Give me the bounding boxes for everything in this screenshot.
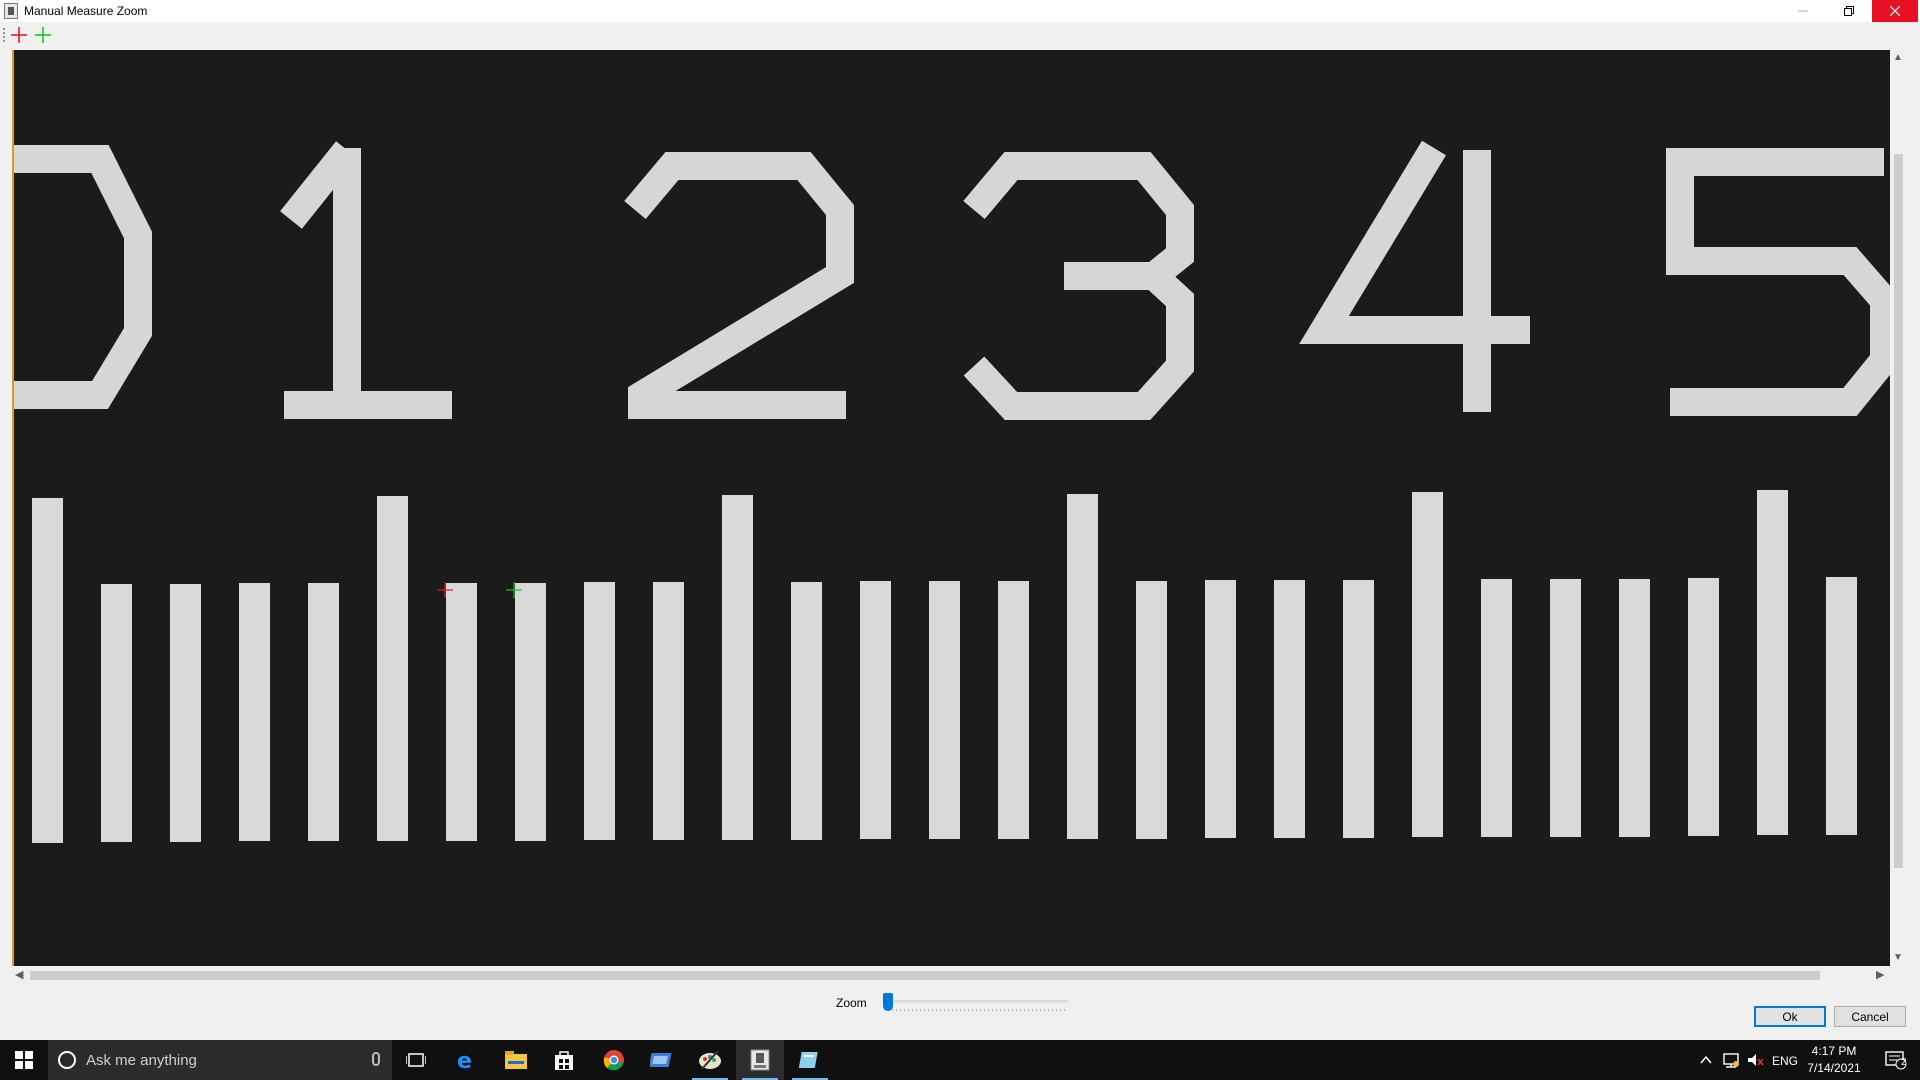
zoom-thumb[interactable]: [883, 993, 893, 1011]
network-icon[interactable]: [1722, 1051, 1740, 1069]
zoom-label: Zoom: [836, 996, 867, 1010]
file-explorer-button[interactable]: [492, 1040, 540, 1080]
tick-major: [1757, 490, 1788, 835]
cancel-button[interactable]: Cancel: [1834, 1006, 1906, 1027]
toolbar-grip[interactable]: [3, 28, 5, 44]
image-viewport[interactable]: [12, 50, 1890, 966]
chevron-up-icon[interactable]: [1700, 1055, 1712, 1065]
chrome-icon: [603, 1050, 624, 1071]
tick-major: [1412, 492, 1443, 837]
measure-app-button[interactable]: [736, 1040, 784, 1080]
tick-minor: [584, 582, 615, 840]
start-button[interactable]: [0, 1040, 48, 1080]
scroll-down-icon[interactable]: ▼: [1893, 952, 1903, 963]
green-crosshair-icon: [35, 27, 51, 43]
tick-minor: [998, 581, 1029, 839]
clock-time: 4:17 PM: [1811, 1044, 1857, 1058]
paint-button[interactable]: [686, 1040, 734, 1080]
tick-minor: [1550, 579, 1581, 837]
title-bar: Manual Measure Zoom: [0, 0, 1920, 22]
scroll-right-icon[interactable]: ▶: [1876, 968, 1884, 981]
red-crosshair-icon: [11, 27, 27, 43]
microphone-icon[interactable]: [372, 1052, 380, 1066]
store-button[interactable]: [540, 1040, 588, 1080]
minimize-icon: [1798, 10, 1808, 12]
tick-major: [32, 498, 63, 843]
tick-minor: [860, 581, 891, 839]
close-button[interactable]: [1872, 0, 1918, 22]
restore-button[interactable]: [1826, 0, 1872, 22]
search-placeholder: Ask me anything: [86, 1051, 197, 1069]
taskbar-search-box[interactable]: Ask me anything: [48, 1040, 392, 1080]
tick-major: [722, 495, 753, 840]
tick-minor: [446, 583, 477, 841]
tick-minor: [101, 584, 132, 842]
chrome-button[interactable]: [590, 1040, 638, 1080]
ok-button[interactable]: Ok: [1754, 1006, 1826, 1027]
horizontal-scroll-thumb[interactable]: [30, 971, 1820, 980]
tick-minor: [1619, 579, 1650, 837]
tick-minor: [791, 582, 822, 840]
paint-icon: [699, 1050, 721, 1070]
close-icon: [1890, 6, 1900, 16]
ruler-image[interactable]: [14, 50, 1890, 966]
window-title: Manual Measure Zoom: [24, 4, 148, 18]
tick-minor: [1343, 580, 1374, 838]
windows-logo-icon: [15, 1051, 33, 1069]
horizontal-scrollbar[interactable]: ◀ ▶: [12, 966, 1890, 984]
tick-minor: [1136, 581, 1167, 839]
tick-minor: [308, 583, 339, 841]
edge-icon: e: [457, 1049, 472, 1071]
app-icon: [4, 3, 18, 19]
zoom-track[interactable]: [884, 1000, 1068, 1003]
tick-minor: [1205, 580, 1236, 838]
tick-minor: [515, 583, 546, 841]
scroll-left-icon[interactable]: ◀: [15, 968, 23, 981]
tick-minor: [1826, 577, 1857, 835]
zoom-ticks: [884, 1009, 1068, 1011]
volume-muted-icon[interactable]: [1746, 1051, 1764, 1069]
red-crosshair-tool-button[interactable]: [10, 26, 28, 44]
action-center-button[interactable]: 2: [1872, 1040, 1920, 1080]
app-button[interactable]: [638, 1040, 686, 1080]
tick-minor: [239, 583, 270, 841]
tick-minor: [653, 582, 684, 840]
task-view-button[interactable]: [392, 1040, 440, 1080]
tick-minor: [1274, 580, 1305, 838]
vertical-scrollbar[interactable]: ▲ ▼: [1890, 50, 1907, 966]
notes-icon: [799, 1052, 818, 1068]
taskbar: Ask me anything e ENG 4:17 PM 7/14/2021: [0, 1040, 1920, 1080]
cortana-icon: [58, 1051, 76, 1069]
task-view-icon: [406, 1053, 426, 1067]
zoom-slider[interactable]: [880, 992, 1074, 1016]
tick-major: [1067, 494, 1098, 839]
tick-minor: [170, 584, 201, 842]
notes-button[interactable]: [786, 1040, 834, 1080]
edge-button[interactable]: e: [442, 1040, 490, 1080]
minimize-button[interactable]: [1780, 0, 1826, 22]
tick-minor: [1688, 578, 1719, 836]
tick-minor: [1481, 579, 1512, 837]
restore-icon: [1844, 6, 1854, 16]
tick-major: [377, 496, 408, 841]
scroll-up-icon[interactable]: ▲: [1893, 52, 1903, 63]
svg-text:e: e: [457, 1049, 472, 1071]
store-icon: [555, 1051, 573, 1070]
green-crosshair-tool-button[interactable]: [34, 26, 52, 44]
tick-minor: [929, 581, 960, 839]
clock[interactable]: 4:17 PM 7/14/2021: [1804, 1043, 1864, 1077]
notification-count: 2: [1901, 1057, 1907, 1068]
toolbar: [0, 22, 1920, 50]
clock-date: 7/14/2021: [1807, 1061, 1861, 1075]
vertical-scroll-thumb[interactable]: [1894, 154, 1903, 868]
app-window-icon: [650, 1053, 672, 1067]
language-indicator[interactable]: ENG: [1772, 1054, 1798, 1068]
file-explorer-icon: [505, 1051, 527, 1069]
measure-app-icon: [750, 1049, 770, 1071]
